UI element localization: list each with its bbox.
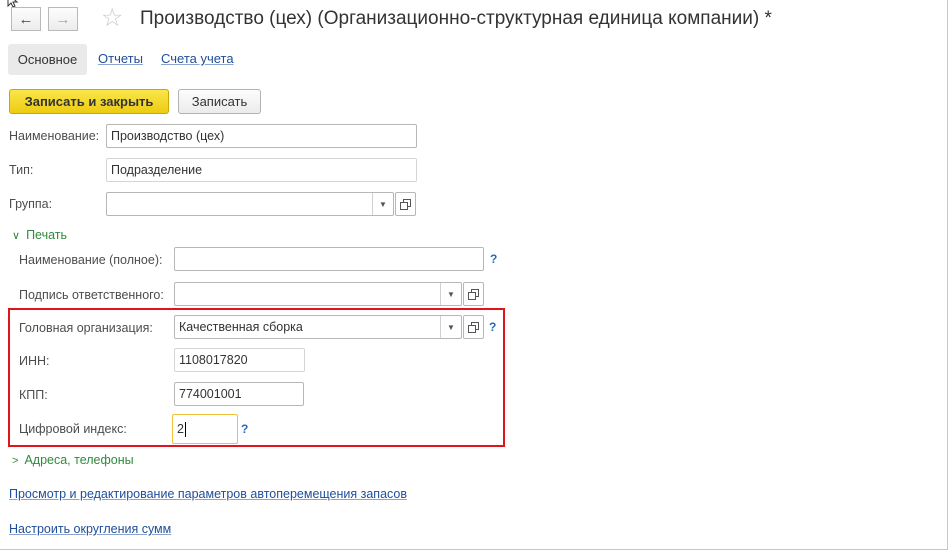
signature-dropdown-button[interactable]: ▼ bbox=[440, 283, 461, 305]
head-org-dropdown-button[interactable]: ▼ bbox=[440, 316, 461, 338]
inn-field[interactable]: 1108017820 bbox=[174, 348, 305, 372]
kpp-value: 774001001 bbox=[179, 387, 242, 401]
tab-reports[interactable]: Отчеты bbox=[98, 51, 143, 66]
head-org-field[interactable]: Качественная сборка ▼ bbox=[174, 315, 462, 339]
address-group-title: Адреса, телефоны bbox=[24, 453, 134, 467]
open-window-icon bbox=[468, 321, 479, 333]
back-button[interactable]: ← bbox=[11, 7, 41, 31]
forward-button[interactable]: → bbox=[48, 7, 78, 31]
digital-index-field[interactable]: 2 bbox=[172, 414, 238, 444]
print-group-header[interactable]: ∨ Печать bbox=[12, 228, 67, 242]
chevron-down-icon: ▼ bbox=[379, 199, 387, 209]
group-field[interactable]: ▼ bbox=[106, 192, 394, 216]
star-icon[interactable]: ☆ bbox=[101, 6, 123, 31]
signature-label: Подпись ответственного: bbox=[19, 288, 164, 302]
kpp-label: КПП: bbox=[19, 388, 48, 402]
address-group-header[interactable]: > Адреса, телефоны bbox=[12, 453, 134, 467]
type-value: Подразделение bbox=[111, 163, 203, 177]
type-label: Тип: bbox=[9, 163, 34, 177]
head-org-open-button[interactable] bbox=[463, 315, 484, 339]
name-value: Производство (цех) bbox=[111, 129, 225, 143]
page-title: Производство (цех) (Организационно-струк… bbox=[140, 8, 772, 29]
name-label: Наименование: bbox=[9, 129, 100, 143]
form-window bbox=[0, 0, 948, 550]
help-icon[interactable]: ? bbox=[241, 422, 248, 436]
head-org-value: Качественная сборка bbox=[179, 320, 303, 334]
signature-field[interactable]: ▼ bbox=[174, 282, 462, 306]
head-org-label: Головная организация: bbox=[19, 321, 153, 335]
chevron-down-icon: ▼ bbox=[447, 322, 455, 332]
save-button[interactable]: Записать bbox=[178, 89, 261, 114]
group-label: Группа: bbox=[9, 197, 53, 211]
type-field[interactable]: Подразделение bbox=[106, 158, 417, 182]
digital-index-label: Цифровой индекс: bbox=[19, 422, 127, 436]
text-caret bbox=[184, 421, 186, 437]
name-field[interactable]: Производство (цех) bbox=[106, 124, 417, 148]
digital-index-value: 2 bbox=[177, 422, 184, 436]
open-window-icon bbox=[400, 198, 411, 210]
auto-move-link[interactable]: Просмотр и редактирование параметров авт… bbox=[9, 487, 407, 501]
rounding-link[interactable]: Настроить округления сумм bbox=[9, 522, 171, 536]
tab-main[interactable]: Основное bbox=[8, 44, 87, 75]
inn-value: 1108017820 bbox=[179, 353, 248, 367]
chevron-right-icon: > bbox=[12, 455, 19, 467]
open-window-icon bbox=[468, 288, 479, 300]
save-and-close-button[interactable]: Записать и закрыть bbox=[9, 89, 169, 114]
print-group-title: Печать bbox=[26, 228, 68, 242]
group-dropdown-button[interactable]: ▼ bbox=[372, 193, 393, 215]
full-name-label: Наименование (полное): bbox=[19, 253, 163, 267]
arrow-left-icon: ← bbox=[18, 10, 34, 28]
kpp-field[interactable]: 774001001 bbox=[174, 382, 304, 406]
help-icon[interactable]: ? bbox=[490, 252, 497, 266]
full-name-field[interactable] bbox=[174, 247, 484, 271]
inn-label: ИНН: bbox=[19, 354, 50, 368]
chevron-down-icon: ∨ bbox=[12, 230, 21, 242]
chevron-down-icon: ▼ bbox=[447, 289, 455, 299]
tab-accounts[interactable]: Счета учета bbox=[161, 51, 234, 66]
help-icon[interactable]: ? bbox=[489, 320, 496, 334]
group-open-button[interactable] bbox=[395, 192, 416, 216]
arrow-right-icon: → bbox=[55, 10, 71, 28]
signature-open-button[interactable] bbox=[463, 282, 484, 306]
